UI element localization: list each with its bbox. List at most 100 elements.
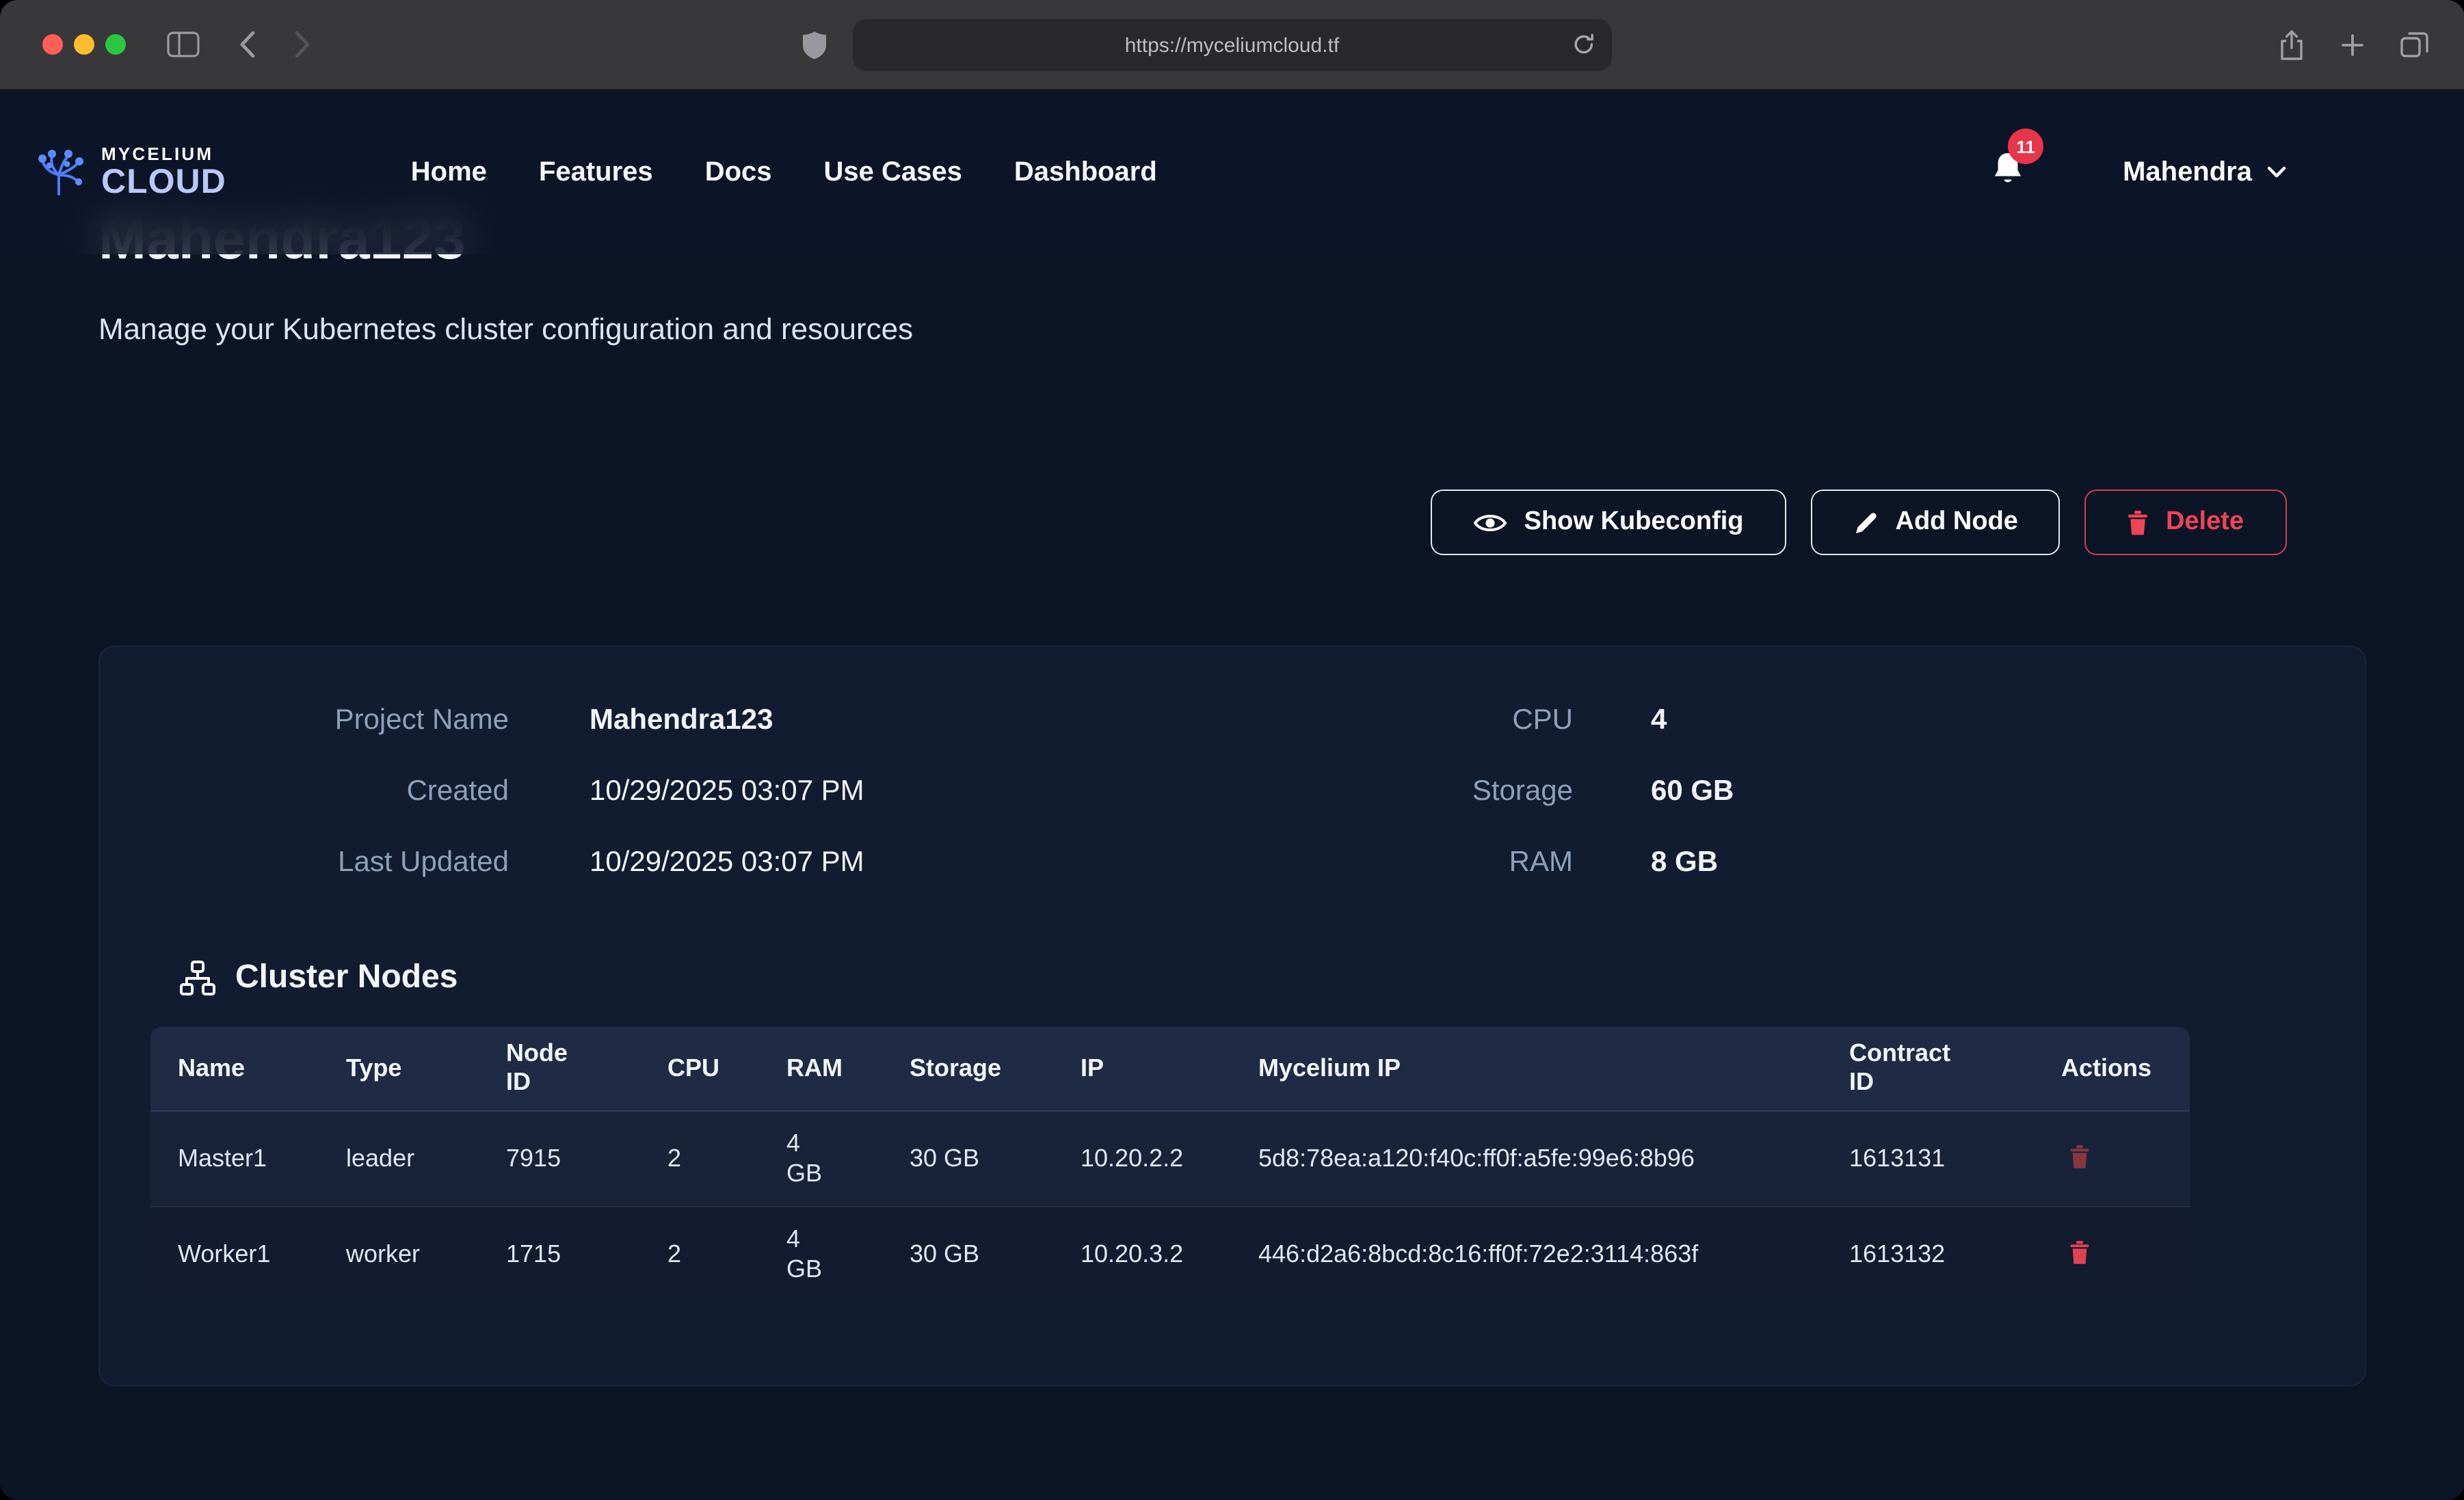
cell-actions — [2034, 1206, 2190, 1302]
column-header-node-id: Node ID — [479, 1027, 640, 1110]
column-header-type: Type — [319, 1027, 479, 1110]
zoom-window-button[interactable] — [105, 34, 126, 55]
cluster-nodes-icon — [179, 959, 216, 996]
info-label-cpu: CPU — [1083, 685, 1573, 756]
add-node-button[interactable]: Add Node — [1811, 490, 2061, 555]
brand-line2: CLOUD — [101, 163, 226, 200]
cell-type: worker — [319, 1206, 479, 1302]
notification-badge: 11 — [2008, 129, 2043, 164]
trash-icon — [2128, 509, 2149, 535]
info-value-created: 10/29/2025 03:07 PM — [509, 756, 1083, 827]
cell-mycelium-ip: 446:d2a6:8bcd:8c16:ff0f:72e2:3114:863f — [1231, 1206, 1822, 1302]
chrome-right-controls — [2278, 28, 2428, 61]
minimize-window-button[interactable] — [74, 34, 94, 55]
nav-link-use-cases[interactable]: Use Cases — [824, 157, 962, 188]
cluster-nodes-title: Cluster Nodes — [235, 959, 458, 997]
column-header-contract-id: Contract ID — [1822, 1027, 2034, 1110]
cluster-nodes-header: Cluster Nodes — [179, 959, 2364, 997]
info-value-project-name: Mahendra123 — [509, 685, 1083, 756]
cell-name: Master1 — [150, 1110, 319, 1206]
url-text: https://myceliumcloud.tf — [1125, 34, 1339, 57]
info-label-last-updated: Last Updated — [100, 827, 509, 898]
share-icon[interactable] — [2278, 28, 2304, 61]
trash-icon — [2069, 1240, 2090, 1265]
delete-node-button-master1[interactable] — [2061, 1138, 2098, 1178]
page-subtitle: Manage your Kubernetes cluster configura… — [98, 312, 2366, 347]
forward-icon[interactable] — [294, 30, 312, 59]
mycelium-logo-icon — [30, 148, 88, 197]
cell-contract-id: 1613131 — [1822, 1110, 2034, 1206]
brand-line1: MYCELIUM — [101, 145, 226, 163]
column-header-ram: RAM — [759, 1027, 882, 1110]
sidebar-toggle-icon[interactable] — [167, 31, 200, 57]
delete-node-button-worker1[interactable] — [2061, 1235, 2098, 1274]
privacy-shield-icon[interactable] — [802, 30, 827, 67]
nav-link-docs[interactable]: Docs — [705, 157, 772, 188]
info-value-storage: 60 GB — [1573, 756, 2364, 827]
column-header-storage: Storage — [882, 1027, 1053, 1110]
cluster-actions: Show Kubeconfig Add Node Delete — [98, 490, 2366, 555]
show-kubeconfig-button[interactable]: Show Kubeconfig — [1431, 490, 1786, 555]
cell-ram: 4 GB — [759, 1110, 882, 1206]
brand-text: MYCELIUM CLOUD — [101, 145, 226, 200]
site-navbar: MYCELIUM CLOUD Home Features Docs Use Ca… — [0, 90, 2464, 254]
cell-ram: 4 GB — [759, 1206, 882, 1302]
user-menu[interactable]: Mahendra — [2123, 157, 2286, 188]
nav-links: Home Features Docs Use Cases Dashboard — [411, 157, 1157, 188]
cell-storage: 30 GB — [882, 1206, 1053, 1302]
browser-window: https://myceliumcloud.tf — [0, 0, 2464, 1500]
add-node-label: Add Node — [1896, 507, 2018, 537]
delete-cluster-button[interactable]: Delete — [2085, 490, 2286, 555]
brand-logo[interactable]: MYCELIUM CLOUD — [30, 145, 226, 200]
stage: https://myceliumcloud.tf — [0, 0, 2464, 1500]
chevron-down-icon — [2266, 165, 2286, 179]
close-window-button[interactable] — [42, 34, 63, 55]
info-value-ram: 8 GB — [1573, 827, 2364, 898]
reload-icon[interactable] — [1572, 33, 1595, 63]
site-viewport: MYCELIUM CLOUD Home Features Docs Use Ca… — [0, 90, 2464, 1500]
nav-link-features[interactable]: Features — [539, 157, 653, 188]
cell-node-id: 1715 — [479, 1206, 640, 1302]
new-tab-icon[interactable] — [2340, 32, 2364, 57]
nav-link-dashboard[interactable]: Dashboard — [1014, 157, 1157, 188]
column-header-cpu: CPU — [640, 1027, 759, 1110]
table-row-master1: Master1 leader 7915 2 4 GB 30 GB 10.20.2… — [150, 1110, 2190, 1206]
cell-contract-id: 1613132 — [1822, 1206, 2034, 1302]
show-kubeconfig-label: Show Kubeconfig — [1524, 507, 1744, 537]
notifications-button[interactable]: 11 — [1991, 150, 2024, 194]
column-header-actions: Actions — [2034, 1027, 2190, 1110]
column-header-name: Name — [150, 1027, 319, 1110]
column-header-ip: IP — [1053, 1027, 1231, 1110]
nav-link-home[interactable]: Home — [411, 157, 487, 188]
info-value-last-updated: 10/29/2025 03:07 PM — [509, 827, 1083, 898]
pencil-icon — [1853, 509, 1879, 535]
cell-mycelium-ip: 5d8:78ea:a120:f40c:ff0f:a5fe:99e6:8b96 — [1231, 1110, 1822, 1206]
cell-storage: 30 GB — [882, 1110, 1053, 1206]
cluster-nodes-table: Name Type Node ID CPU RAM Storage IP Myc… — [150, 1027, 2190, 1302]
info-label-ram: RAM — [1083, 827, 1573, 898]
browser-chrome: https://myceliumcloud.tf — [0, 0, 2464, 90]
cell-name: Worker1 — [150, 1206, 319, 1302]
cell-node-id: 7915 — [479, 1110, 640, 1206]
tab-overview-icon[interactable] — [2400, 31, 2428, 57]
trash-icon — [2069, 1144, 2090, 1168]
table-header-row: Name Type Node ID CPU RAM Storage IP Myc… — [150, 1027, 2190, 1110]
page-content: Mahendra123 Manage your Kubernetes clust… — [0, 90, 2464, 1387]
cell-ip: 10.20.2.2 — [1053, 1110, 1231, 1206]
info-label-storage: Storage — [1083, 756, 1573, 827]
cell-ip: 10.20.3.2 — [1053, 1206, 1231, 1302]
cluster-nodes-table-wrap: Name Type Node ID CPU RAM Storage IP Myc… — [150, 1027, 2314, 1302]
table-row-worker1: Worker1 worker 1715 2 4 GB 30 GB 10.20.3… — [150, 1206, 2190, 1302]
eye-icon — [1474, 511, 1508, 534]
address-bar[interactable]: https://myceliumcloud.tf — [853, 19, 1612, 71]
cell-type: leader — [319, 1110, 479, 1206]
back-icon[interactable] — [238, 30, 256, 59]
cell-cpu: 2 — [640, 1206, 759, 1302]
column-header-mycelium-ip: Mycelium IP — [1231, 1027, 1822, 1110]
delete-label: Delete — [2166, 507, 2244, 537]
user-name: Mahendra — [2123, 157, 2252, 188]
info-value-cpu: 4 — [1573, 685, 2364, 756]
cell-actions — [2034, 1110, 2190, 1206]
info-label-project-name: Project Name — [100, 685, 509, 756]
traffic-lights — [42, 34, 126, 55]
